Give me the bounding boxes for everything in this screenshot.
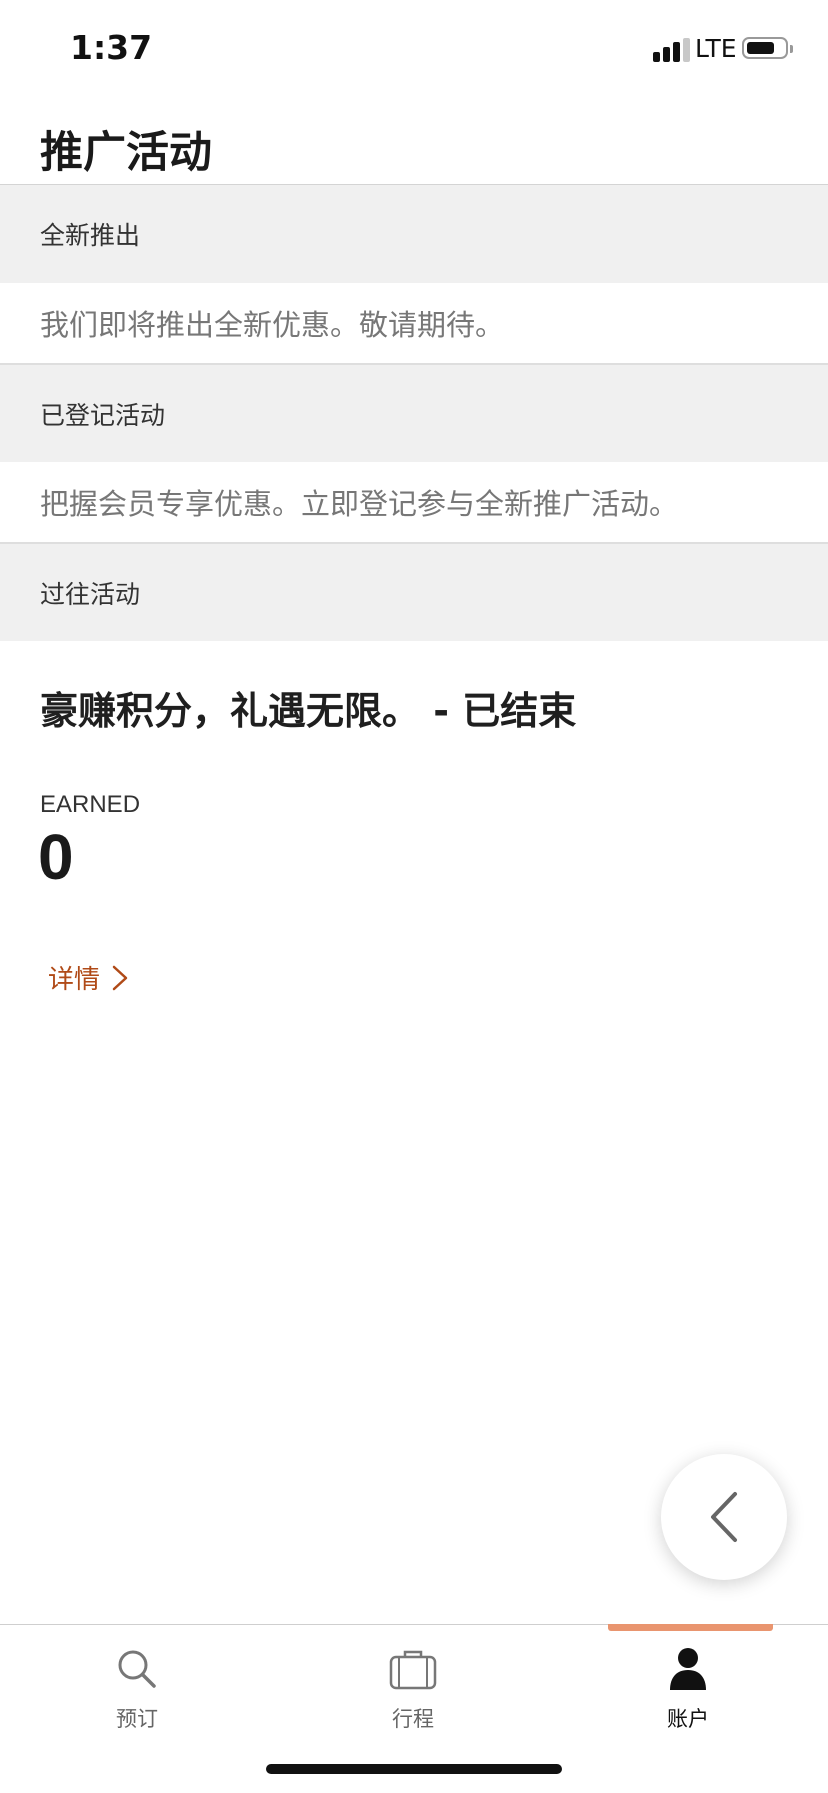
- section-body-registered: 把握会员专享优惠。立即登记参与全新推广活动。: [0, 462, 828, 542]
- section-header-registered: 已登记活动: [0, 365, 828, 462]
- chevron-right-icon: [112, 965, 128, 990]
- tab-label: 预订: [116, 1707, 158, 1731]
- tab-account[interactable]: 账户: [608, 1645, 768, 1733]
- tab-booking[interactable]: 预订: [57, 1645, 217, 1733]
- earned-value: 0: [38, 821, 74, 893]
- details-link[interactable]: 详情: [48, 959, 128, 996]
- earned-label: EARNED: [40, 791, 141, 818]
- chevron-left-icon: [711, 1492, 737, 1542]
- battery-icon: [742, 37, 788, 59]
- tab-trips[interactable]: 行程: [333, 1645, 493, 1733]
- signal-strength-icon: [653, 38, 691, 62]
- battery-cap: [790, 45, 793, 53]
- status-bar: 1:37 LTE: [0, 0, 828, 100]
- network-type: LTE: [695, 34, 737, 63]
- page-title: 推广活动: [40, 128, 212, 178]
- section-header-past: 过往活动: [0, 544, 828, 641]
- tab-label: 账户: [667, 1707, 709, 1731]
- briefcase-icon: [389, 1645, 437, 1693]
- back-button[interactable]: [661, 1454, 787, 1580]
- home-indicator: [266, 1764, 562, 1774]
- active-tab-indicator: [608, 1624, 773, 1631]
- section-body-new: 我们即将推出全新优惠。敬请期待。: [0, 283, 828, 363]
- section-header-new: 全新推出: [0, 185, 828, 283]
- status-time: 1:37: [70, 28, 153, 67]
- person-icon: [664, 1645, 712, 1693]
- search-icon: [113, 1645, 161, 1693]
- tab-label: 行程: [392, 1707, 434, 1731]
- past-promotion-title: 豪赚积分，礼遇无限。 - 已结束: [40, 689, 577, 733]
- details-label: 详情: [48, 965, 101, 995]
